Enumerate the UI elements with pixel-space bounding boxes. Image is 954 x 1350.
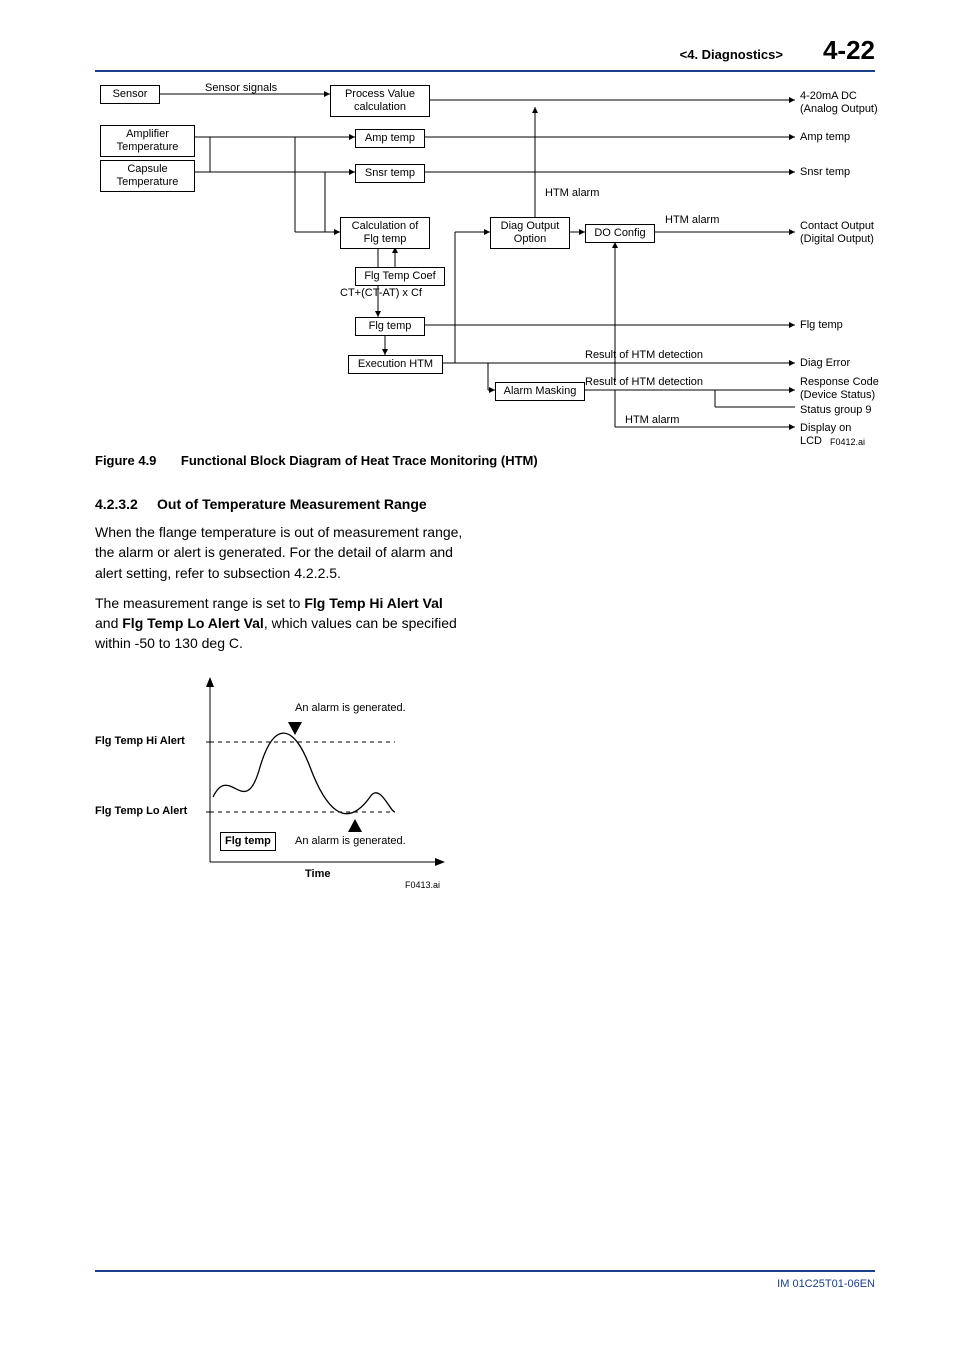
paragraph-1: When the flange temperature is out of me… — [95, 522, 465, 583]
output-amp-temp: Amp temp — [800, 131, 850, 144]
paragraph-2: The measurement range is set to Flg Temp… — [95, 593, 465, 654]
box-snsr-temp: Snsr temp — [355, 164, 425, 183]
page-header: <4. Diagnostics> 4-22 — [95, 35, 875, 72]
label-hi-alert: Flg Temp Hi Alert — [95, 735, 185, 748]
label-alarm-lower: An alarm is generated. — [295, 835, 406, 848]
label-lo-alert: Flg Temp Lo Alert — [95, 805, 187, 818]
figure-title: Functional Block Diagram of Heat Trace M… — [181, 453, 538, 468]
diagram-lines — [95, 82, 875, 452]
section-number: 4.2.3.2 — [95, 496, 157, 512]
figure-alert-chart: Flg Temp Hi Alert Flg Temp Lo Alert An a… — [95, 672, 455, 902]
chapter-label: <4. Diagnostics> — [680, 47, 783, 62]
figure-4-9-caption: Figure 4.9 Functional Block Diagram of H… — [95, 452, 875, 470]
page-footer: IM 01C25T01-06EN — [95, 1270, 875, 1290]
box-pv-calculation: Process Value calculation — [330, 85, 430, 117]
box-diag-output-option: Diag Output Option — [490, 217, 570, 249]
output-analog: 4-20mA DC (Analog Output) — [800, 90, 878, 116]
output-status-group: Status group 9 — [800, 404, 872, 417]
box-flg-temp-coef: Flg Temp Coef — [355, 267, 445, 286]
label-htm-alarm-2: HTM alarm — [665, 214, 719, 227]
output-contact: Contact Output (Digital Output) — [800, 220, 874, 246]
label-alarm-upper: An alarm is generated. — [295, 702, 406, 715]
fig-ref-2: F0413.ai — [405, 880, 440, 891]
output-response-code: Response Code (Device Status) — [800, 376, 879, 402]
section-4-2-3-2-heading: 4.2.3.2 Out of Temperature Measurement R… — [95, 496, 875, 512]
box-execution-htm: Execution HTM — [348, 355, 443, 374]
fig-ref-1: F0412.ai — [830, 437, 865, 448]
box-amplifier-temperature: Amplifier Temperature — [100, 125, 195, 157]
box-amp-temp: Amp temp — [355, 129, 425, 148]
document-id: IM 01C25T01-06EN — [777, 1278, 875, 1290]
output-flg-temp: Flg temp — [800, 319, 843, 332]
box-alarm-masking: Alarm Masking — [495, 382, 585, 401]
label-result-htm-1: Result of HTM detection — [585, 349, 703, 362]
output-diag-error: Diag Error — [800, 357, 850, 370]
label-result-htm-2: Result of HTM detection — [585, 376, 703, 389]
label-sensor-signals: Sensor signals — [205, 82, 277, 95]
box-flg-temp: Flg temp — [355, 317, 425, 336]
label-flg-temp-legend: Flg temp — [220, 832, 276, 851]
label-time-axis: Time — [305, 868, 330, 881]
box-do-config: DO Config — [585, 224, 655, 243]
figure-number: Figure 4.9 — [95, 453, 156, 468]
box-capsule-temperature: Capsule Temperature — [100, 160, 195, 192]
page-number: 4-22 — [823, 35, 875, 66]
label-formula: CT+(CT-AT) x Cf — [340, 287, 422, 300]
figure-4-9-diagram: Sensor Amplifier Temperature Capsule Tem… — [95, 82, 875, 452]
output-snsr-temp: Snsr temp — [800, 166, 850, 179]
label-htm-alarm-3: HTM alarm — [625, 414, 679, 427]
box-sensor: Sensor — [100, 85, 160, 104]
section-title: Out of Temperature Measurement Range — [157, 496, 427, 512]
box-calc-flg-temp: Calculation of Flg temp — [340, 217, 430, 249]
label-htm-alarm-1: HTM alarm — [545, 187, 599, 200]
